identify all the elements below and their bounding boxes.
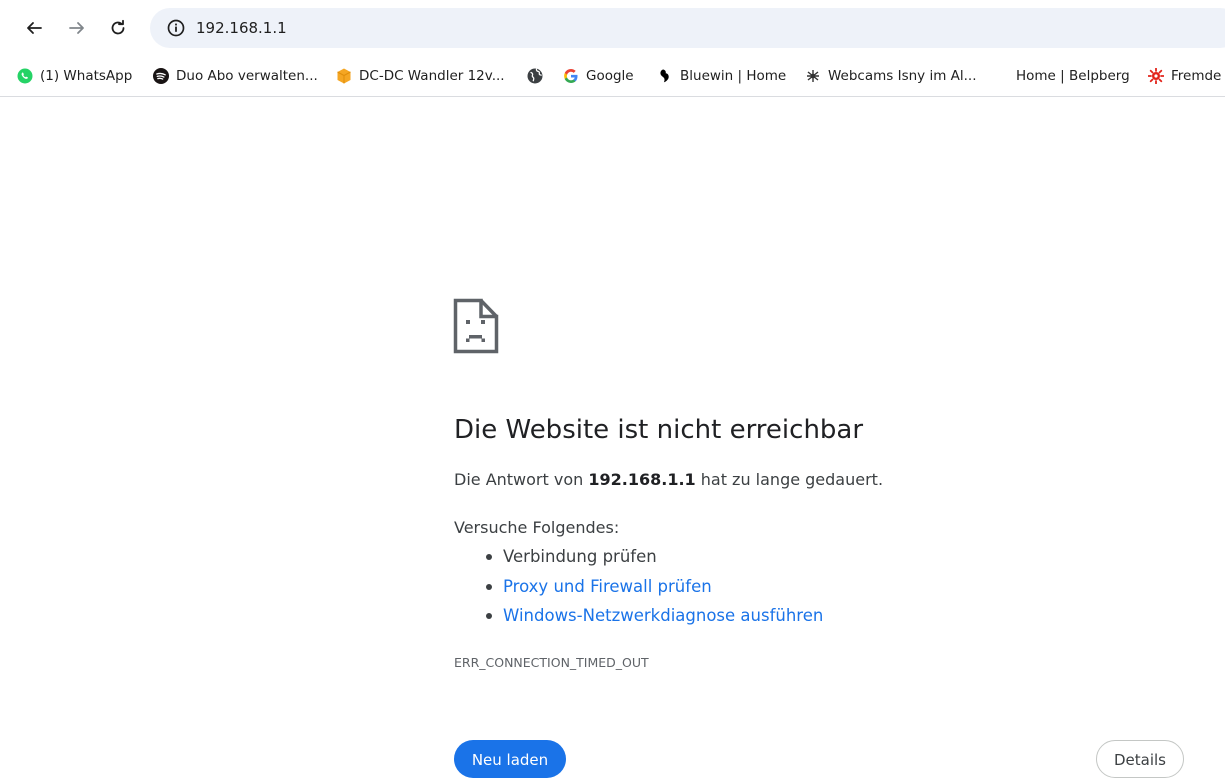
forward-button[interactable] [63,12,91,44]
bluewin-icon [657,68,673,84]
reload-toolbar-button[interactable] [104,12,132,44]
bookmark-label: DC-DC Wandler 12v... [359,68,505,84]
error-description-suffix: hat zu lange gedauert. [695,470,884,489]
url-text[interactable]: 192.168.1.1 [196,18,287,38]
bookmark-duo-abo[interactable]: Duo Abo verwalten... [153,65,318,87]
arrow-right-icon [69,22,84,34]
error-title: Die Website ist nicht erreichbar [454,415,864,445]
bookmark-webcams-isny[interactable]: Webcams Isny im Al... [805,65,977,87]
bookmark-dc-dc-wandler[interactable]: DC-DC Wandler 12v... [336,65,505,87]
error-code: ERR_CONNECTION_TIMED_OUT [454,655,649,670]
bookmark-globe[interactable] [527,65,550,87]
bookmarks-bar: (1) WhatsApp Duo Abo verwalten... DC-DC … [0,56,1225,97]
suggestion-item: Proxy und Firewall prüfen [454,576,823,606]
globe-icon [527,68,543,84]
back-button[interactable] [20,12,48,44]
error-host: 192.168.1.1 [588,470,696,489]
arrow-left-icon [27,22,42,34]
suggestion-item: Windows-Netzwerkdiagnose ausführen [454,605,823,635]
bookmark-google[interactable]: Google [563,65,634,87]
sad-page-icon [453,298,499,354]
bookmark-label: Google [586,68,634,84]
browser-toolbar: 192.168.1.1 [0,0,1225,56]
refresh-icon [111,19,125,35]
suggestion-item: Verbindung prüfen [454,546,823,576]
bookmark-label: Webcams Isny im Al... [828,68,977,84]
address-bar[interactable]: 192.168.1.1 [150,8,1225,48]
spotify-icon [153,68,169,84]
reload-button[interactable]: Neu laden [454,740,566,778]
info-icon[interactable] [166,18,186,38]
bookmark-belpberg[interactable]: Home | Belpberg [1016,65,1130,87]
suggestion-check-connection: Verbindung prüfen [503,547,657,566]
bookmark-fremde[interactable]: Fremde [1148,65,1221,87]
package-icon [336,68,352,84]
suggestions-list: Verbindung prüfen Proxy und Firewall prü… [454,546,823,635]
bookmark-label: Bluewin | Home [680,68,787,84]
bookmark-label: Home | Belpberg [1016,68,1130,84]
suggestions-heading: Versuche Folgendes: [454,518,620,537]
whatsapp-icon [17,68,33,84]
google-icon [563,68,579,84]
details-button[interactable]: Details [1096,740,1184,778]
network-diagnostics-link[interactable]: Windows-Netzwerkdiagnose ausführen [503,606,823,625]
bookmark-whatsapp[interactable]: (1) WhatsApp [17,65,132,87]
error-description: Die Antwort von 192.168.1.1 hat zu lange… [454,469,883,491]
bookmark-label: Fremde [1171,68,1222,84]
crest-icon [805,68,821,84]
bookmark-bluewin[interactable]: Bluewin | Home [657,65,786,87]
sun-icon [1148,68,1164,84]
bookmark-label: Duo Abo verwalten... [176,68,318,84]
bookmark-label: (1) WhatsApp [40,68,133,84]
error-description-prefix: Die Antwort von [454,470,589,489]
proxy-firewall-link[interactable]: Proxy und Firewall prüfen [503,577,712,596]
